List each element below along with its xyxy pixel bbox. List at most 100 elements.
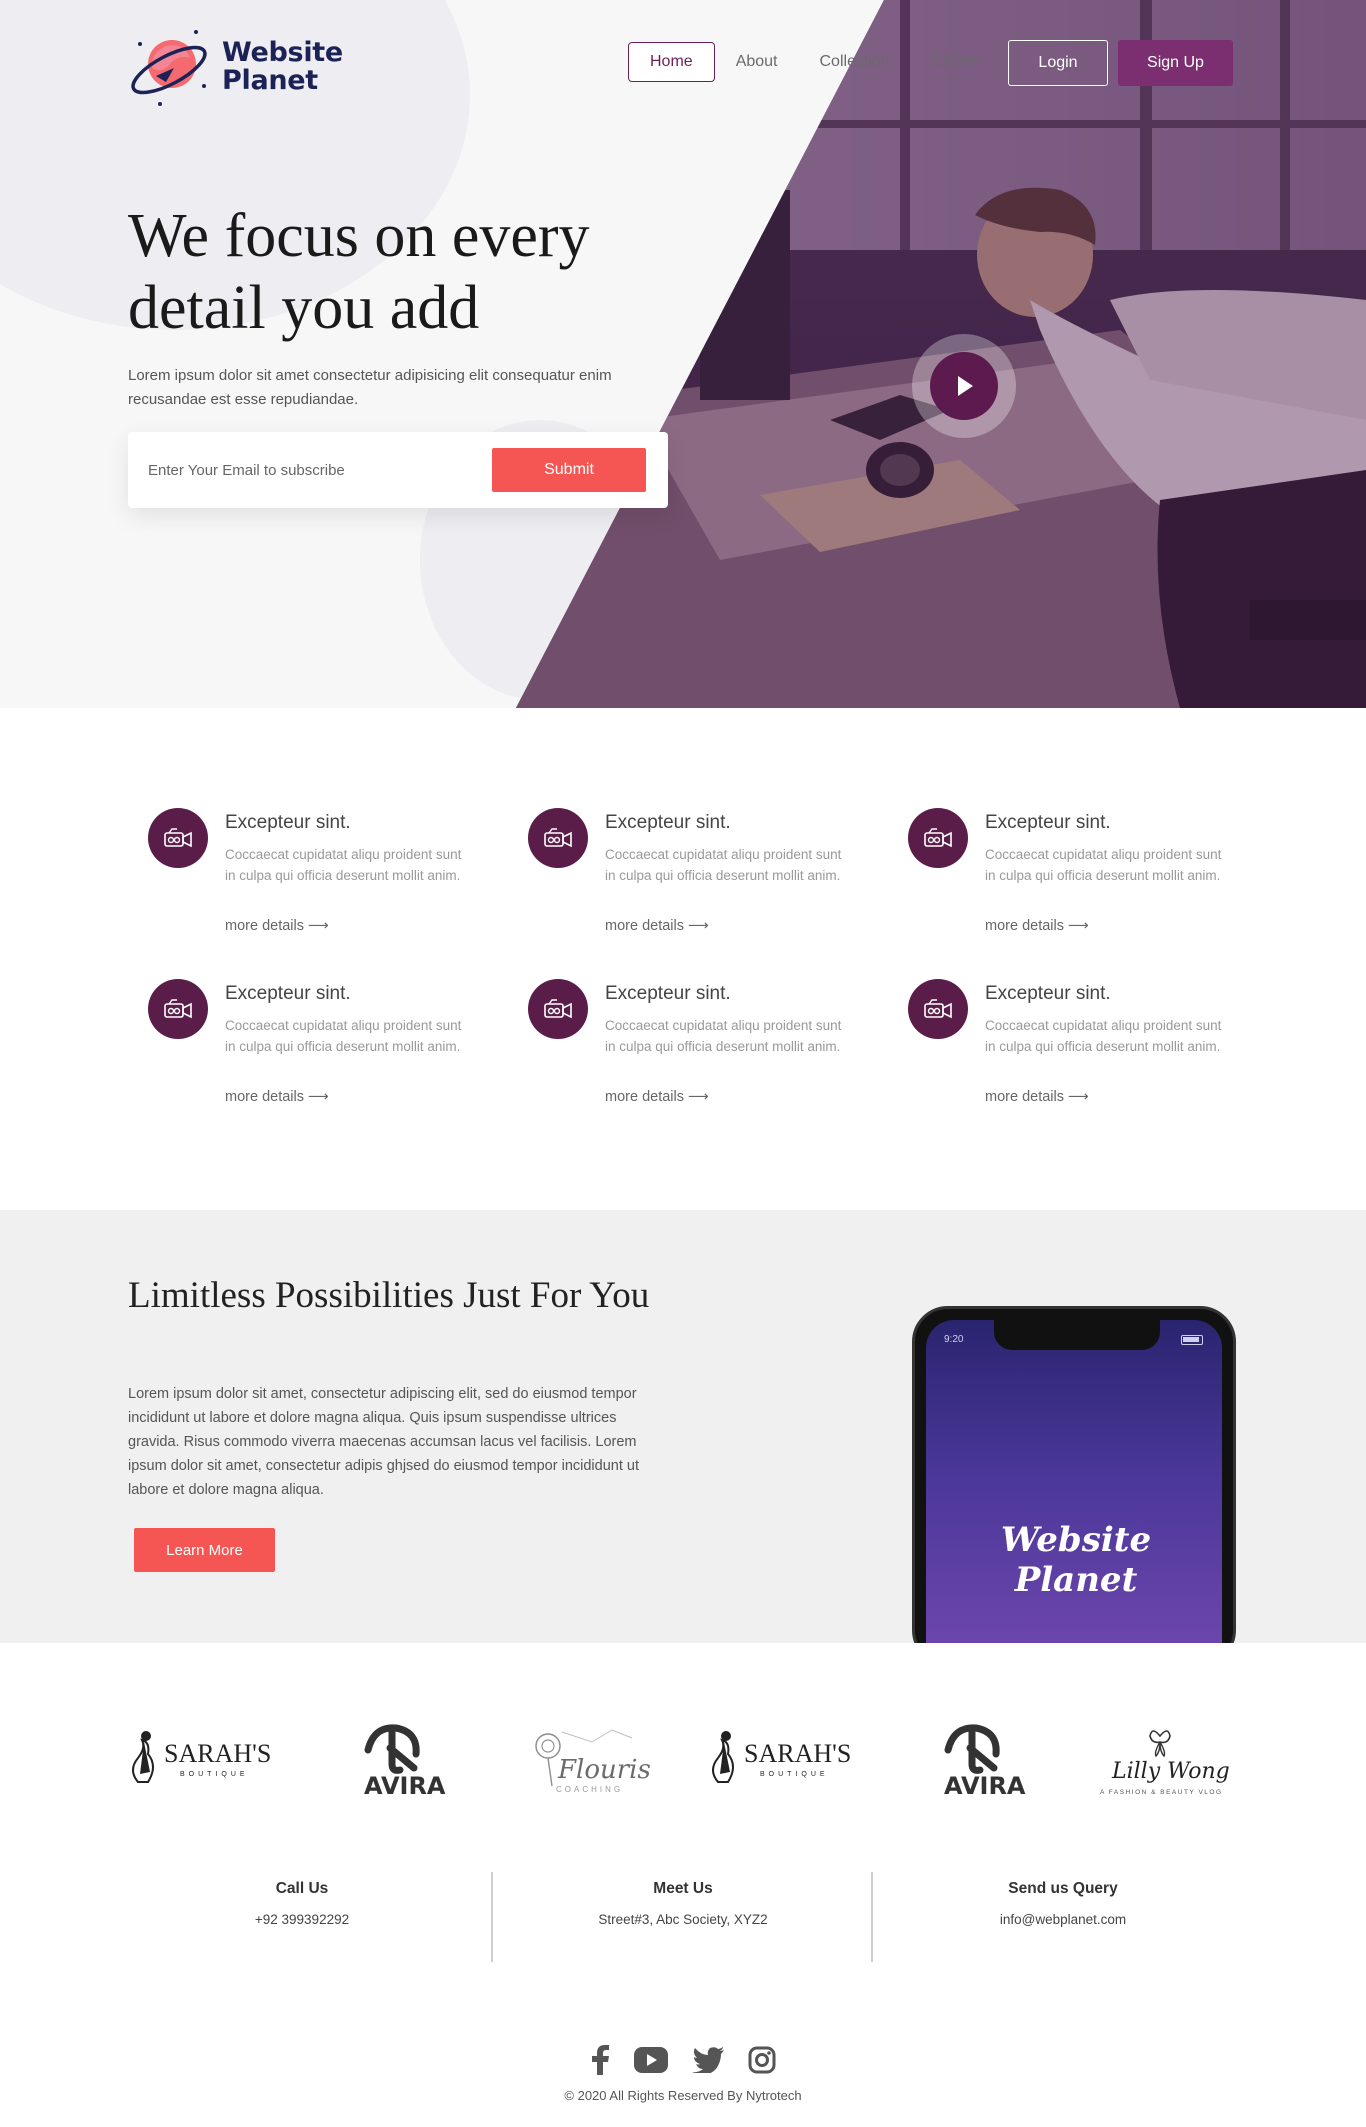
arrow-right-icon: ⟶ [1067,1089,1089,1105]
more-details-label: more details [225,918,304,934]
brand-name: Website Planet [222,39,343,95]
feature-title: Excepteur sint. [985,812,1111,833]
phone-notch [994,1320,1160,1350]
phone-number[interactable]: +92 399392292 [112,1912,492,1927]
battery-icon [1181,1335,1203,1345]
logo-name: SARAH'S [164,1739,271,1768]
logo-sub: BOUTIQUE [180,1771,249,1778]
logo-sub: A FASHION & BEAUTY VLOG [1100,1789,1223,1796]
feature-title: Excepteur sint. [225,983,351,1004]
feature-title: Excepteur sint. [985,983,1111,1004]
logo-sub: COACHING [556,1785,623,1794]
arrow-right-icon: ⟶ [687,1089,709,1105]
contact-title: Meet Us [653,1880,713,1897]
more-details-link[interactable]: more details ⟶ [985,1089,1089,1105]
limitless-section: Limitless Possibilities Just For You Lor… [0,1210,1366,1643]
copyright: © 2020 All Rights Reserved By Nytrotech [564,2088,802,2103]
logo-sub: BOUTIQUE [760,1771,829,1778]
logo-name: SARAH'S [744,1739,851,1768]
arrow-right-icon: ⟶ [1067,918,1089,934]
hero-description: Lorem ipsum dolor sit amet consectetur a… [128,367,612,408]
camera-icon [148,979,208,1039]
hero-title: We focus on every detail you add [128,202,590,342]
logo-avira: AVIRA [914,1712,1034,1802]
social-links [590,2044,776,2080]
login-button[interactable]: Login [1008,40,1108,86]
brand-name-line2: Planet [222,65,318,96]
play-icon [958,376,973,396]
more-details-link[interactable]: more details ⟶ [985,918,1089,934]
more-details-link[interactable]: more details ⟶ [225,1089,329,1105]
logo-flourish: Flourish COACHING [522,1712,652,1802]
twitter-icon[interactable] [692,2046,724,2078]
logo-name: AVIRA [364,1772,446,1800]
more-details-link[interactable]: more details ⟶ [605,918,709,934]
play-video-button[interactable] [930,352,998,420]
contact-call-us: Call Us +92 399392292 [112,1880,492,1927]
hero-section: Website Planet Home About Collection Cli… [0,0,1366,708]
brand-name-line1: Website [222,37,343,68]
more-details-label: more details [605,1089,684,1105]
more-details-label: more details [985,1089,1064,1105]
submit-button[interactable]: Submit [492,448,646,492]
nav-collection[interactable]: Collection [799,42,911,82]
phone-time: 9:20 [944,1334,964,1345]
feature-description: Coccaecat cupidatat aliqu proident sunt … [605,1018,842,1054]
nav-clients[interactable]: Clients [911,42,1002,82]
feature-card: Excepteur sint. Coccaecat cupidatat aliq… [148,808,488,948]
feature-card: Excepteur sint. Coccaecat cupidatat aliq… [148,979,488,1119]
feature-card: Excepteur sint. Coccaecat cupidatat aliq… [908,979,1248,1119]
feature-title: Excepteur sint. [225,812,351,833]
logo-sarahs-boutique: SARAH'S BOUTIQUE [704,1712,864,1802]
logo-name: Lilly Wong [1111,1759,1230,1784]
more-details-label: more details [605,918,684,934]
feature-card: Excepteur sint. Coccaecat cupidatat aliq… [908,808,1248,948]
address: Street#3, Abc Society, XYZ2 [598,1912,768,1927]
more-details-link[interactable]: more details ⟶ [225,918,329,934]
youtube-icon[interactable] [634,2046,668,2078]
camera-icon [908,808,968,868]
arrow-right-icon: ⟶ [307,1089,329,1105]
signup-button[interactable]: Sign Up [1118,40,1233,86]
feature-description: Coccaecat cupidatat aliqu proident sunt … [225,1018,462,1054]
feature-description: Coccaecat cupidatat aliqu proident sunt … [605,847,842,883]
more-details-link[interactable]: more details ⟶ [605,1089,709,1105]
subscribe-form: Submit [128,432,668,508]
planet-logo-icon [131,30,207,106]
phone-mockup: 9:20 Website Planet [912,1306,1236,1643]
camera-icon [148,808,208,868]
instagram-icon[interactable] [748,2046,776,2079]
camera-icon [908,979,968,1039]
feature-card: Excepteur sint. Coccaecat cupidatat aliq… [528,808,868,948]
feature-description: Coccaecat cupidatat aliqu proident sunt … [225,847,462,883]
logo-sarahs-boutique: SARAH'S BOUTIQUE [124,1712,284,1802]
logo-lilly-wong: Lilly Wong A FASHION & BEAUTY VLOG [1094,1712,1240,1802]
facebook-icon[interactable] [590,2044,610,2080]
limitless-description: Lorem ipsum dolor sit amet, consectetur … [128,1386,639,1498]
feature-description: Coccaecat cupidatat aliqu proident sunt … [985,1018,1222,1054]
logo-name: Flourish [557,1755,652,1785]
more-details-label: more details [225,1089,304,1105]
contact-meet-us: Meet Us Street#3, Abc Society, XYZ2 [493,1880,873,1927]
logo-avira: AVIRA [334,1712,454,1802]
nav-about[interactable]: About [715,42,799,82]
feature-title: Excepteur sint. [605,812,731,833]
arrow-right-icon: ⟶ [307,918,329,934]
email-subscribe-input[interactable] [148,450,468,490]
feature-title: Excepteur sint. [605,983,731,1004]
more-details-label: more details [985,918,1064,934]
brand-logo[interactable]: Website Planet [126,22,376,112]
email-address[interactable]: info@webplanet.com [873,1912,1253,1927]
contact-send-query: Send us Query info@webplanet.com [873,1880,1253,1927]
logo-name: AVIRA [944,1772,1026,1800]
camera-icon [528,979,588,1039]
nav-home[interactable]: Home [628,42,715,82]
contact-title: Send us Query [1008,1880,1118,1897]
contact-title: Call Us [275,1880,329,1897]
phone-screen: 9:20 Website Planet [926,1320,1222,1643]
phone-brand-text: Website Planet [1000,1520,1152,1600]
learn-more-button[interactable]: Learn More [134,1528,275,1572]
feature-description: Coccaecat cupidatat aliqu proident sunt … [985,847,1222,883]
camera-icon [528,808,588,868]
arrow-right-icon: ⟶ [687,918,709,934]
